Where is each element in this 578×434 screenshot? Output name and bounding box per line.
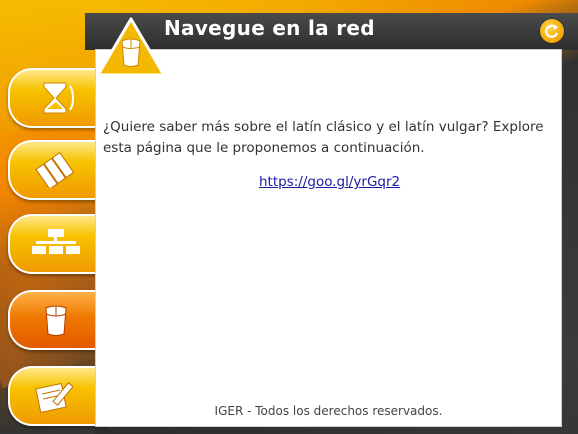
book-stack-icon xyxy=(30,152,82,190)
refresh-icon xyxy=(545,24,559,38)
window-title: Navegue en la red xyxy=(164,16,375,40)
mouse-icon xyxy=(30,302,82,338)
section-badge xyxy=(96,17,166,77)
sidebar-item-history[interactable] xyxy=(8,68,108,128)
sidebar-item-diagram[interactable] xyxy=(8,214,108,274)
mouse-icon xyxy=(121,38,141,67)
pencil-paper-icon xyxy=(30,378,82,414)
footer-copyright: IGER - Todos los derechos reservados. xyxy=(214,404,443,418)
question-text: ¿Quiere saber más sobre el latín clásico… xyxy=(103,119,544,156)
org-chart-icon xyxy=(30,226,82,262)
resource-link[interactable]: https://goo.gl/yrGqr2 xyxy=(259,174,400,190)
sidebar-item-web[interactable] xyxy=(8,290,108,350)
sidebar-item-notes[interactable] xyxy=(8,366,108,426)
refresh-button[interactable] xyxy=(540,19,564,43)
content-panel xyxy=(96,50,561,426)
hourglass-icon xyxy=(30,80,82,116)
sidebar-item-exercises[interactable] xyxy=(8,140,108,200)
